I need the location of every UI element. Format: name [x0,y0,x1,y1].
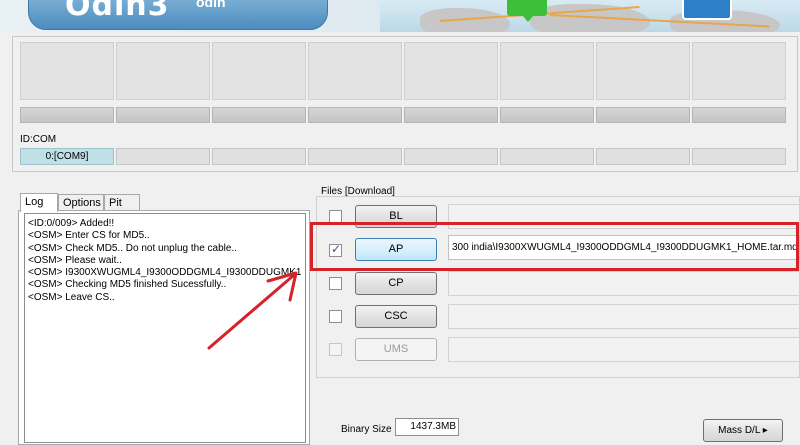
com-port-cell: 0:[COM9] [20,148,114,165]
cp-checkbox[interactable] [329,277,342,290]
ums-button[interactable]: UMS [355,338,437,361]
com-port-cell [692,148,786,165]
log-line: <OSM> Please wait.. [28,254,122,266]
com-port-cell [308,148,402,165]
progress-bar-3 [212,107,306,123]
progress-bar-8 [692,107,786,123]
com-port-cell [404,148,498,165]
tab-log[interactable]: Log [20,193,58,212]
log-line: <OSM> Enter CS for MD5.. [28,230,150,242]
log-line: <ID:0/009> Added!! [28,218,115,229]
device-slot-3 [212,42,306,100]
progress-bar-7 [596,107,690,123]
ums-checkbox[interactable] [329,343,342,356]
progress-bar-5 [404,107,498,123]
log-panel: <ID:0/009> Added!! <OSM> Enter CS for MD… [18,210,310,445]
monitor-icon [682,0,732,20]
device-slot-2 [116,42,210,100]
cp-path-field[interactable] [448,271,800,296]
log-line: <OSM> Checking MD5 finished Sucessfully.… [28,279,227,291]
device-slot-7 [596,42,690,100]
device-slot-8 [692,42,786,100]
log-line: <OSM> Leave CS.. [28,291,115,303]
id-com-label: ID:COM [20,134,57,145]
cp-button[interactable]: CP [355,272,437,295]
app-subtitle: odin [196,0,226,10]
progress-bar-2 [116,107,210,123]
message-icon [507,0,547,22]
highlight-box [310,222,799,271]
csc-checkbox[interactable] [329,310,342,323]
progress-bar-4 [308,107,402,123]
mass-dl-button[interactable]: Mass D/L ▸ [703,419,783,442]
ums-path-field[interactable] [448,337,800,362]
csc-button[interactable]: CSC [355,305,437,328]
com-port-cell [212,148,306,165]
log-line: <OSM> Check MD5.. Do not unplug the cabl… [28,242,237,254]
device-slot-1 [20,42,114,100]
log-line: <OSM> I9300XWUGML4_I9300ODDGML4_I9300DDU… [28,267,302,279]
device-slot-5 [404,42,498,100]
device-slot-4 [308,42,402,100]
log-textarea[interactable]: <ID:0/009> Added!! <OSM> Enter CS for MD… [24,213,306,443]
header-banner: Odin3 odin [0,0,800,32]
csc-path-field[interactable] [448,304,800,329]
com-port-cell [116,148,210,165]
binary-size-label: Binary Size [341,424,392,435]
app-title: Odin3 [65,0,170,23]
progress-bar-1 [20,107,114,123]
world-map-graphic [380,0,800,32]
device-slot-6 [500,42,594,100]
com-port-cell [596,148,690,165]
progress-bar-6 [500,107,594,123]
com-port-cell [500,148,594,165]
binary-size-field: 1437.3MB [395,418,459,436]
